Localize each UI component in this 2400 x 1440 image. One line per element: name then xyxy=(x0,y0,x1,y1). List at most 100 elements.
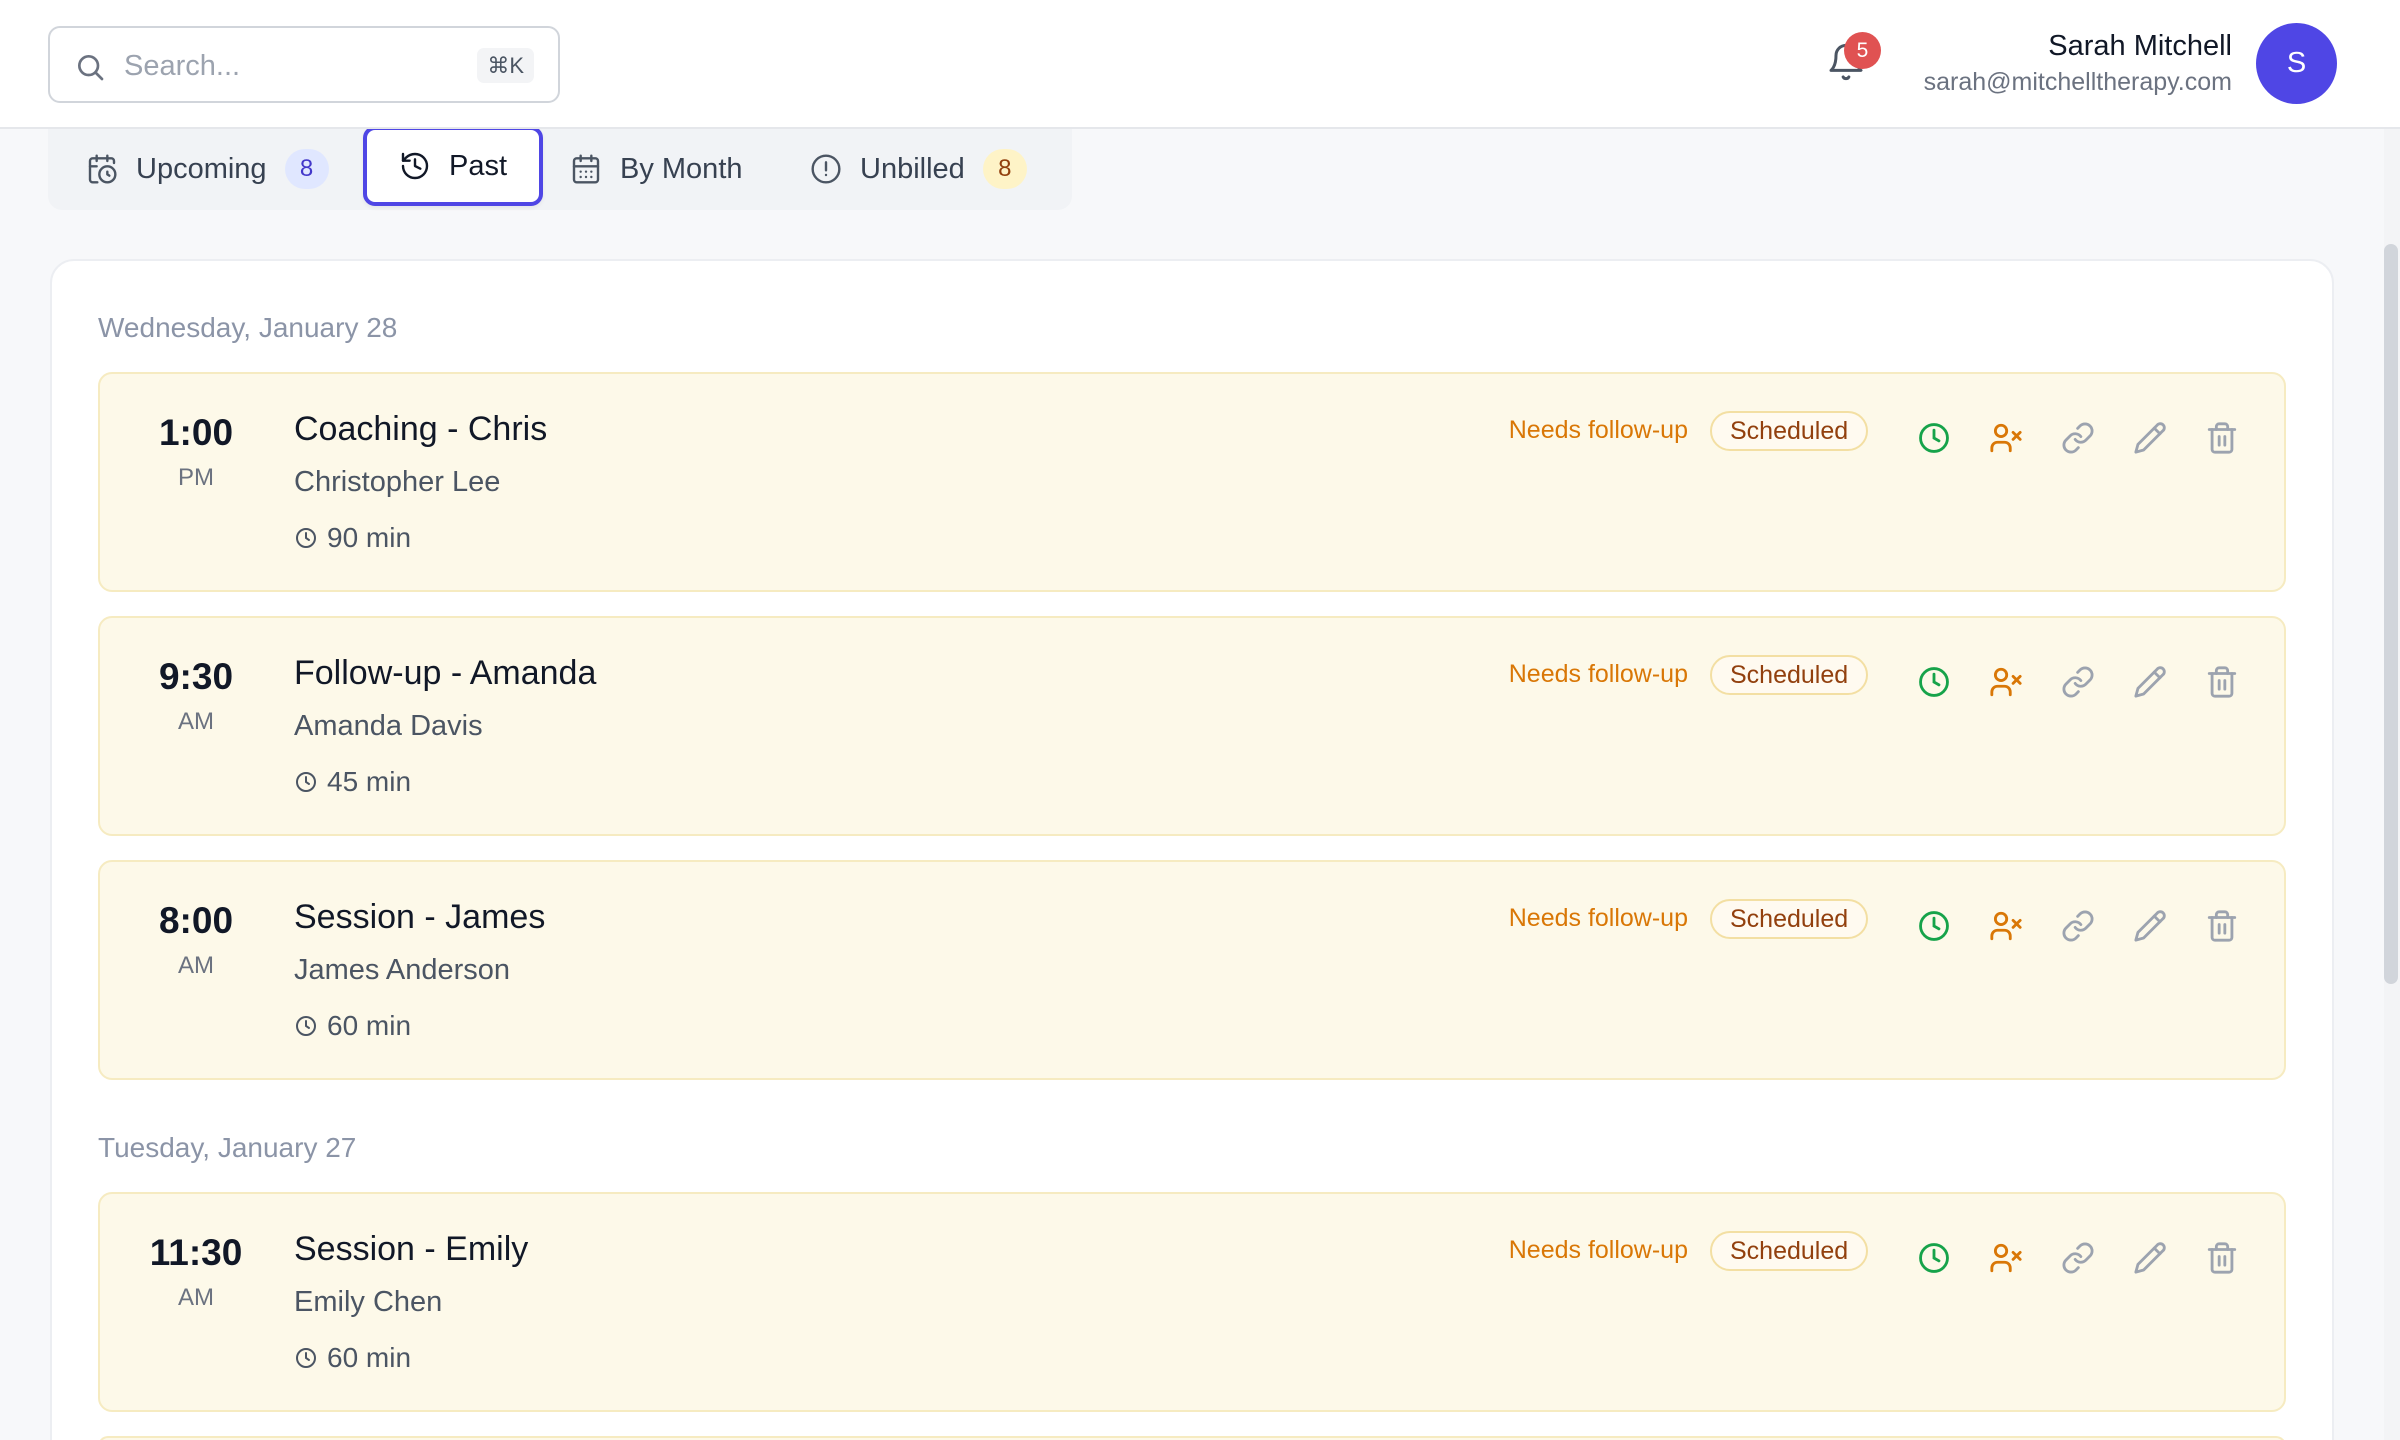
clock-icon xyxy=(296,1348,316,1368)
session-card-partial[interactable] xyxy=(98,1436,2286,1440)
delete-button[interactable] xyxy=(2204,664,2240,700)
edit-button[interactable] xyxy=(2132,908,2168,944)
status-badge: Scheduled xyxy=(1710,655,1869,695)
view-tabs: Upcoming 8 Past By Month Unbilled 8 xyxy=(48,126,1072,210)
needs-follow-up-flag: Needs follow-up xyxy=(1508,904,1688,932)
trash-icon xyxy=(2207,666,2237,698)
date-heading: Tuesday, January 27 xyxy=(98,1132,357,1163)
mark-no-show-button[interactable] xyxy=(1988,664,2024,700)
session-ampm: AM xyxy=(178,1284,214,1311)
link-icon xyxy=(2062,422,2094,454)
clock-icon xyxy=(296,772,316,792)
user-x-icon xyxy=(1990,1243,2022,1273)
clock-icon xyxy=(1919,1243,1949,1273)
edit-button[interactable] xyxy=(2132,420,2168,456)
session-time: 11:30 xyxy=(149,1232,243,1273)
copy-link-button[interactable] xyxy=(2060,664,2096,700)
clock-icon xyxy=(1919,423,1949,453)
clock-icon xyxy=(296,1016,316,1036)
clock-icon xyxy=(1919,667,1949,697)
delete-button[interactable] xyxy=(2204,908,2240,944)
copy-link-button[interactable] xyxy=(2060,908,2096,944)
mark-complete-button[interactable] xyxy=(1916,1240,1952,1276)
history-icon xyxy=(399,150,431,182)
session-duration: 60 min xyxy=(294,1342,411,1374)
pencil-icon xyxy=(2134,910,2166,942)
session-card[interactable]: 8:00 AM Session - James James Anderson 6… xyxy=(98,860,2286,1080)
mark-complete-button[interactable] xyxy=(1916,420,1952,456)
pencil-icon xyxy=(2134,1242,2166,1274)
client-name: James Anderson xyxy=(294,954,511,986)
copy-link-button[interactable] xyxy=(2060,1240,2096,1276)
client-name: Emily Chen xyxy=(294,1286,443,1318)
needs-follow-up-flag: Needs follow-up xyxy=(1508,416,1688,444)
trash-icon xyxy=(2207,910,2237,942)
user-name: Sarah Mitchell xyxy=(2048,30,2232,62)
session-card[interactable]: 11:30 AM Session - Emily Emily Chen 60 m… xyxy=(98,1192,2286,1412)
tab-by-month[interactable]: By Month xyxy=(570,128,743,210)
trash-icon xyxy=(2207,422,2237,454)
client-name: Amanda Davis xyxy=(294,710,483,742)
session-duration-label: 90 min xyxy=(327,522,412,553)
session-title: Session - James xyxy=(294,898,546,936)
edit-button[interactable] xyxy=(2132,664,2168,700)
tab-upcoming-label: Upcoming xyxy=(136,152,267,185)
session-time: 8:00 xyxy=(158,900,234,941)
user-x-icon xyxy=(1990,423,2022,453)
session-duration-label: 45 min xyxy=(327,766,412,797)
mark-no-show-button[interactable] xyxy=(1988,908,2024,944)
tab-upcoming[interactable]: Upcoming 8 xyxy=(86,128,329,210)
session-duration-label: 60 min xyxy=(327,1010,412,1041)
tab-by-month-label: By Month xyxy=(620,152,743,185)
user-x-icon xyxy=(1990,667,2022,697)
session-ampm: AM xyxy=(178,708,214,735)
session-duration-label: 60 min xyxy=(327,1342,412,1373)
mark-complete-button[interactable] xyxy=(1916,908,1952,944)
link-icon xyxy=(2062,1242,2094,1274)
calendar-clock-icon xyxy=(86,153,118,185)
scrollbar-track[interactable] xyxy=(2384,129,2400,1440)
mark-no-show-button[interactable] xyxy=(1988,420,2024,456)
copy-link-button[interactable] xyxy=(2060,420,2096,456)
edit-button[interactable] xyxy=(2132,1240,2168,1276)
status-badge: Scheduled xyxy=(1710,411,1869,451)
delete-button[interactable] xyxy=(2204,420,2240,456)
alert-circle-icon xyxy=(810,153,842,185)
tab-past[interactable]: Past xyxy=(363,126,544,206)
tab-unbilled-count: 8 xyxy=(982,149,1027,189)
status-badge: Scheduled xyxy=(1710,1231,1869,1271)
notification-count-badge: 5 xyxy=(1844,32,1881,69)
needs-follow-up-flag: Needs follow-up xyxy=(1508,660,1688,688)
status-badge: Scheduled xyxy=(1710,899,1869,939)
date-heading: Wednesday, January 28 xyxy=(98,312,398,343)
session-time: 1:00 xyxy=(158,412,234,453)
mark-no-show-button[interactable] xyxy=(1988,1240,2024,1276)
tab-unbilled[interactable]: Unbilled 8 xyxy=(810,128,1027,210)
search-shortcut-hint: ⌘K xyxy=(477,48,534,83)
session-card[interactable]: 9:30 AM Follow-up - Amanda Amanda Davis … xyxy=(98,616,2286,836)
session-title: Coaching - Chris xyxy=(294,410,548,448)
link-icon xyxy=(2062,666,2094,698)
tab-upcoming-count: 8 xyxy=(284,149,329,189)
clock-icon xyxy=(1919,911,1949,941)
search-box[interactable]: Search... ⌘K xyxy=(48,26,560,103)
search-icon xyxy=(78,55,104,81)
user-x-icon xyxy=(1990,911,2022,941)
search-input[interactable]: Search... xyxy=(124,50,240,83)
session-duration: 90 min xyxy=(294,522,411,554)
tab-unbilled-label: Unbilled xyxy=(860,152,965,185)
session-duration: 60 min xyxy=(294,1010,411,1042)
tab-past-label: Past xyxy=(449,149,508,182)
delete-button[interactable] xyxy=(2204,1240,2240,1276)
user-email: sarah@mitchelltherapy.com xyxy=(1923,68,2232,96)
scrollbar-thumb[interactable] xyxy=(2384,244,2398,984)
avatar[interactable]: S xyxy=(2256,23,2337,104)
session-title: Session - Emily xyxy=(294,1230,529,1268)
pencil-icon xyxy=(2134,666,2166,698)
session-ampm: PM xyxy=(178,464,214,491)
calendar-icon xyxy=(570,153,602,185)
session-card[interactable]: 1:00 PM Coaching - Chris Christopher Lee… xyxy=(98,372,2286,592)
session-title: Follow-up - Amanda xyxy=(294,654,597,692)
mark-complete-button[interactable] xyxy=(1916,664,1952,700)
link-icon xyxy=(2062,910,2094,942)
